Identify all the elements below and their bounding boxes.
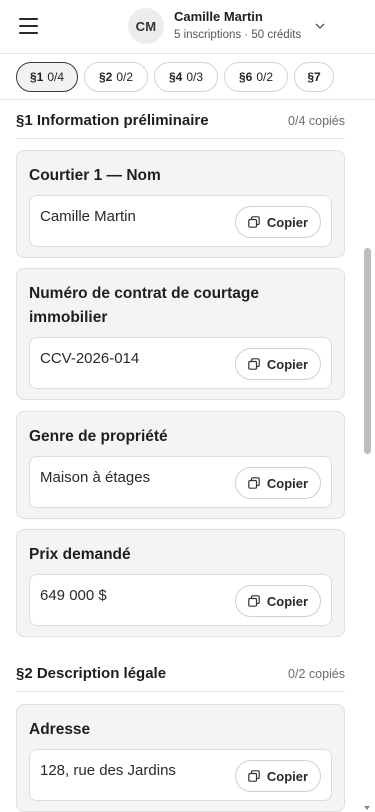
account-switcher[interactable]: CM Camille Martin 5 inscriptions · 50 cr… (128, 8, 325, 44)
copy-button[interactable]: Copier (235, 760, 321, 792)
scrollbar-thumb[interactable] (364, 248, 371, 454)
field-value-box: CCV-2026-014 Copier (29, 337, 332, 389)
section-title: §1 Information préliminaire (16, 112, 209, 129)
account-name: Camille Martin (174, 9, 263, 24)
tab-section-4[interactable]: §4 0/3 (154, 62, 218, 92)
field-card-courtier-nom: Courtier 1 — Nom Camille Martin Copier (16, 150, 345, 258)
scroll-down-arrow-icon[interactable] (364, 806, 370, 810)
scrollbar[interactable] (362, 100, 372, 812)
field-card-prix-demande: Prix demandé 649 000 $ Copier (16, 529, 345, 637)
field-value: CCV-2026-014 (40, 350, 140, 367)
copy-button[interactable]: Copier (235, 348, 321, 380)
field-value-box: 649 000 $ Copier (29, 574, 332, 626)
field-value-box: Camille Martin Copier (29, 195, 332, 247)
field-label: Adresse (29, 721, 91, 738)
section-title: §2 Description légale (16, 665, 167, 682)
copy-button[interactable]: Copier (235, 585, 321, 617)
chevron-down-icon (315, 23, 325, 29)
copy-icon (248, 477, 260, 489)
section-header-2: §2 Description légale 0/2 copiés (16, 656, 345, 692)
copy-icon (248, 358, 260, 370)
field-value: 128, rue des Jardins (40, 762, 176, 779)
copy-button[interactable]: Copier (235, 467, 321, 499)
field-value: Maison à étages (40, 469, 151, 486)
field-card-numero-contrat: Numéro de contrat de courtage immobilier… (16, 268, 345, 400)
copy-button[interactable]: Copier (235, 206, 321, 238)
field-label: Numéro de contrat de courtage immobilier (29, 285, 259, 326)
tab-section-6[interactable]: §6 0/2 (224, 62, 288, 92)
field-value: Camille Martin (40, 208, 136, 225)
field-card-genre-propriete: Genre de propriété Maison à étages Copie… (16, 411, 345, 519)
field-value-box: Maison à étages Copier (29, 456, 332, 508)
field-label: Prix demandé (29, 546, 131, 563)
section-copied-count: 0/4 copiés (288, 113, 345, 128)
field-label: Courtier 1 — Nom (29, 167, 161, 184)
copy-icon (248, 216, 260, 228)
copy-icon (248, 770, 260, 782)
field-label: Genre de propriété (29, 428, 168, 445)
avatar: CM (128, 8, 164, 44)
copy-icon (248, 595, 260, 607)
hamburger-menu-icon[interactable] (19, 18, 38, 34)
section-tabs: §1 0/4 §2 0/2 §4 0/3 §6 0/2 §7 (0, 54, 375, 100)
form-content: §1 Information préliminaire 0/4 copiés C… (0, 100, 375, 812)
field-value: 649 000 $ (40, 587, 107, 604)
account-subtitle: 5 inscriptions · 50 crédits (174, 29, 302, 41)
section-copied-count: 0/2 copiés (288, 666, 345, 681)
section-header-1: §1 Information préliminaire 0/4 copiés (16, 103, 345, 139)
field-value-box: 128, rue des Jardins Copier (29, 749, 332, 801)
tab-section-1[interactable]: §1 0/4 (16, 62, 78, 92)
tab-section-2[interactable]: §2 0/2 (84, 62, 148, 92)
tab-section-7[interactable]: §7 (294, 62, 334, 92)
app-header: CM Camille Martin 5 inscriptions · 50 cr… (0, 0, 375, 54)
field-card-adresse: Adresse 128, rue des Jardins Copier (16, 704, 345, 812)
